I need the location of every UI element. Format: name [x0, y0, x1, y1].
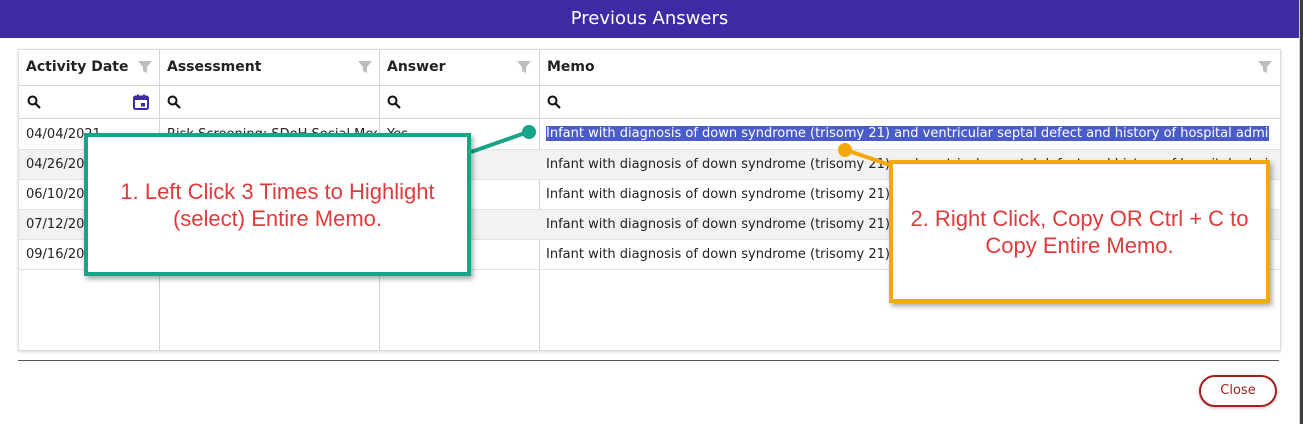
callout2-pointer-dot [838, 143, 852, 157]
callout-1-text: 1. Left Click 3 Times to Highlight (sele… [120, 178, 435, 231]
instruction-callout-1: 1. Left Click 3 Times to Highlight (sele… [84, 133, 471, 276]
instruction-callout-2: 2. Right Click, Copy OR Ctrl + C to Copy… [889, 160, 1270, 303]
callout1-pointer-dot [522, 125, 536, 139]
callout2-pointer [845, 148, 894, 168]
callout1-pointer [470, 130, 529, 154]
callout-2-text: 2. Right Click, Copy OR Ctrl + C to Copy… [910, 205, 1249, 258]
